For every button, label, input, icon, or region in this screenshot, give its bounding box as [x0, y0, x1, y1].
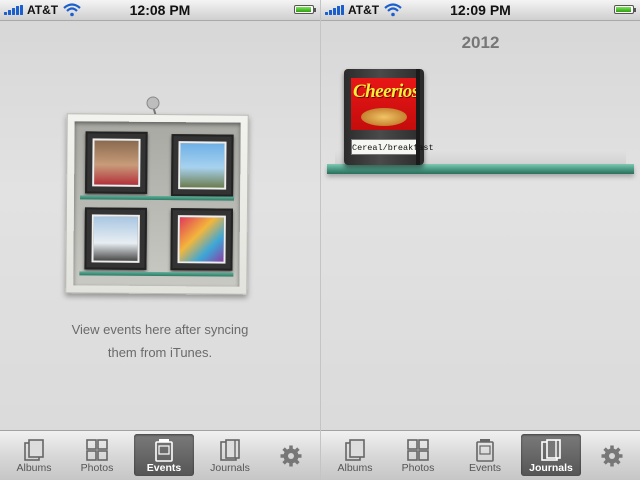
tab-label: Events — [146, 462, 182, 474]
gear-icon — [601, 445, 623, 467]
journals-icon — [220, 439, 240, 461]
tab-label: Journals — [210, 462, 250, 474]
albums-icon — [24, 439, 44, 461]
tab-label: Albums — [337, 462, 373, 474]
events-icon — [155, 439, 173, 462]
battery-icon — [614, 5, 636, 14]
photo-frame-kids — [170, 208, 233, 271]
photos-icon — [407, 439, 429, 461]
tab-events[interactable]: Events — [134, 434, 194, 476]
year-heading: 2012 — [461, 33, 500, 52]
journals-screen: AT&T 12:09 PM 2012 Cheerios Cereal/break… — [320, 0, 640, 480]
albums-icon — [345, 439, 365, 461]
photo-frame-penguins — [84, 207, 147, 270]
tab-bar: Albums Photos Events Journals — [0, 430, 320, 480]
journal-cover-photo: Cheerios — [351, 78, 417, 130]
tab-photos[interactable]: Photos — [67, 434, 127, 476]
tab-label: Photos — [80, 462, 114, 474]
events-placeholder-board — [65, 113, 249, 295]
empty-message-line: View events here after syncing — [71, 322, 249, 337]
status-bar: AT&T 12:08 PM — [0, 0, 320, 21]
settings-button[interactable] — [273, 434, 309, 476]
gear-icon — [280, 445, 302, 467]
tab-label: Albums — [16, 462, 52, 474]
photo-frame-cyclist — [171, 134, 234, 197]
photos-icon — [86, 439, 108, 461]
clock: 12:08 PM — [129, 2, 191, 18]
tab-bar: Albums Photos Events Journals — [321, 430, 640, 480]
journals-icon — [541, 439, 561, 461]
events-icon — [476, 439, 494, 462]
tab-albums[interactable]: Albums — [325, 434, 385, 476]
empty-events-message: View events here after syncing them from… — [30, 318, 290, 364]
events-screen: AT&T 12:08 PM View events here after syn… — [0, 0, 320, 480]
tab-label: Journals — [529, 462, 573, 474]
tab-journals[interactable]: Journals — [521, 434, 581, 476]
settings-button[interactable] — [594, 434, 630, 476]
photo-frame-portrait — [85, 131, 148, 194]
journal-shelf — [327, 164, 634, 174]
journal-elastic-band — [416, 69, 420, 165]
battery-icon — [294, 5, 316, 14]
tab-label: Photos — [401, 462, 435, 474]
journal-book[interactable]: Cheerios Cereal/breakfast — [344, 69, 434, 165]
tab-albums[interactable]: Albums — [4, 434, 64, 476]
tab-label: Events — [468, 462, 502, 474]
mini-shelf — [80, 195, 235, 201]
empty-message-line: them from iTunes. — [107, 345, 213, 360]
journal-title: Cereal/breakfast — [351, 139, 434, 155]
tab-photos[interactable]: Photos — [388, 434, 448, 476]
mini-shelf — [79, 271, 234, 277]
clock: 12:09 PM — [450, 2, 511, 18]
cover-brand-text: Cheerios — [353, 81, 417, 102]
tab-journals[interactable]: Journals — [200, 434, 260, 476]
tab-events[interactable]: Events — [455, 434, 515, 476]
status-bar: AT&T 12:09 PM — [321, 0, 640, 21]
